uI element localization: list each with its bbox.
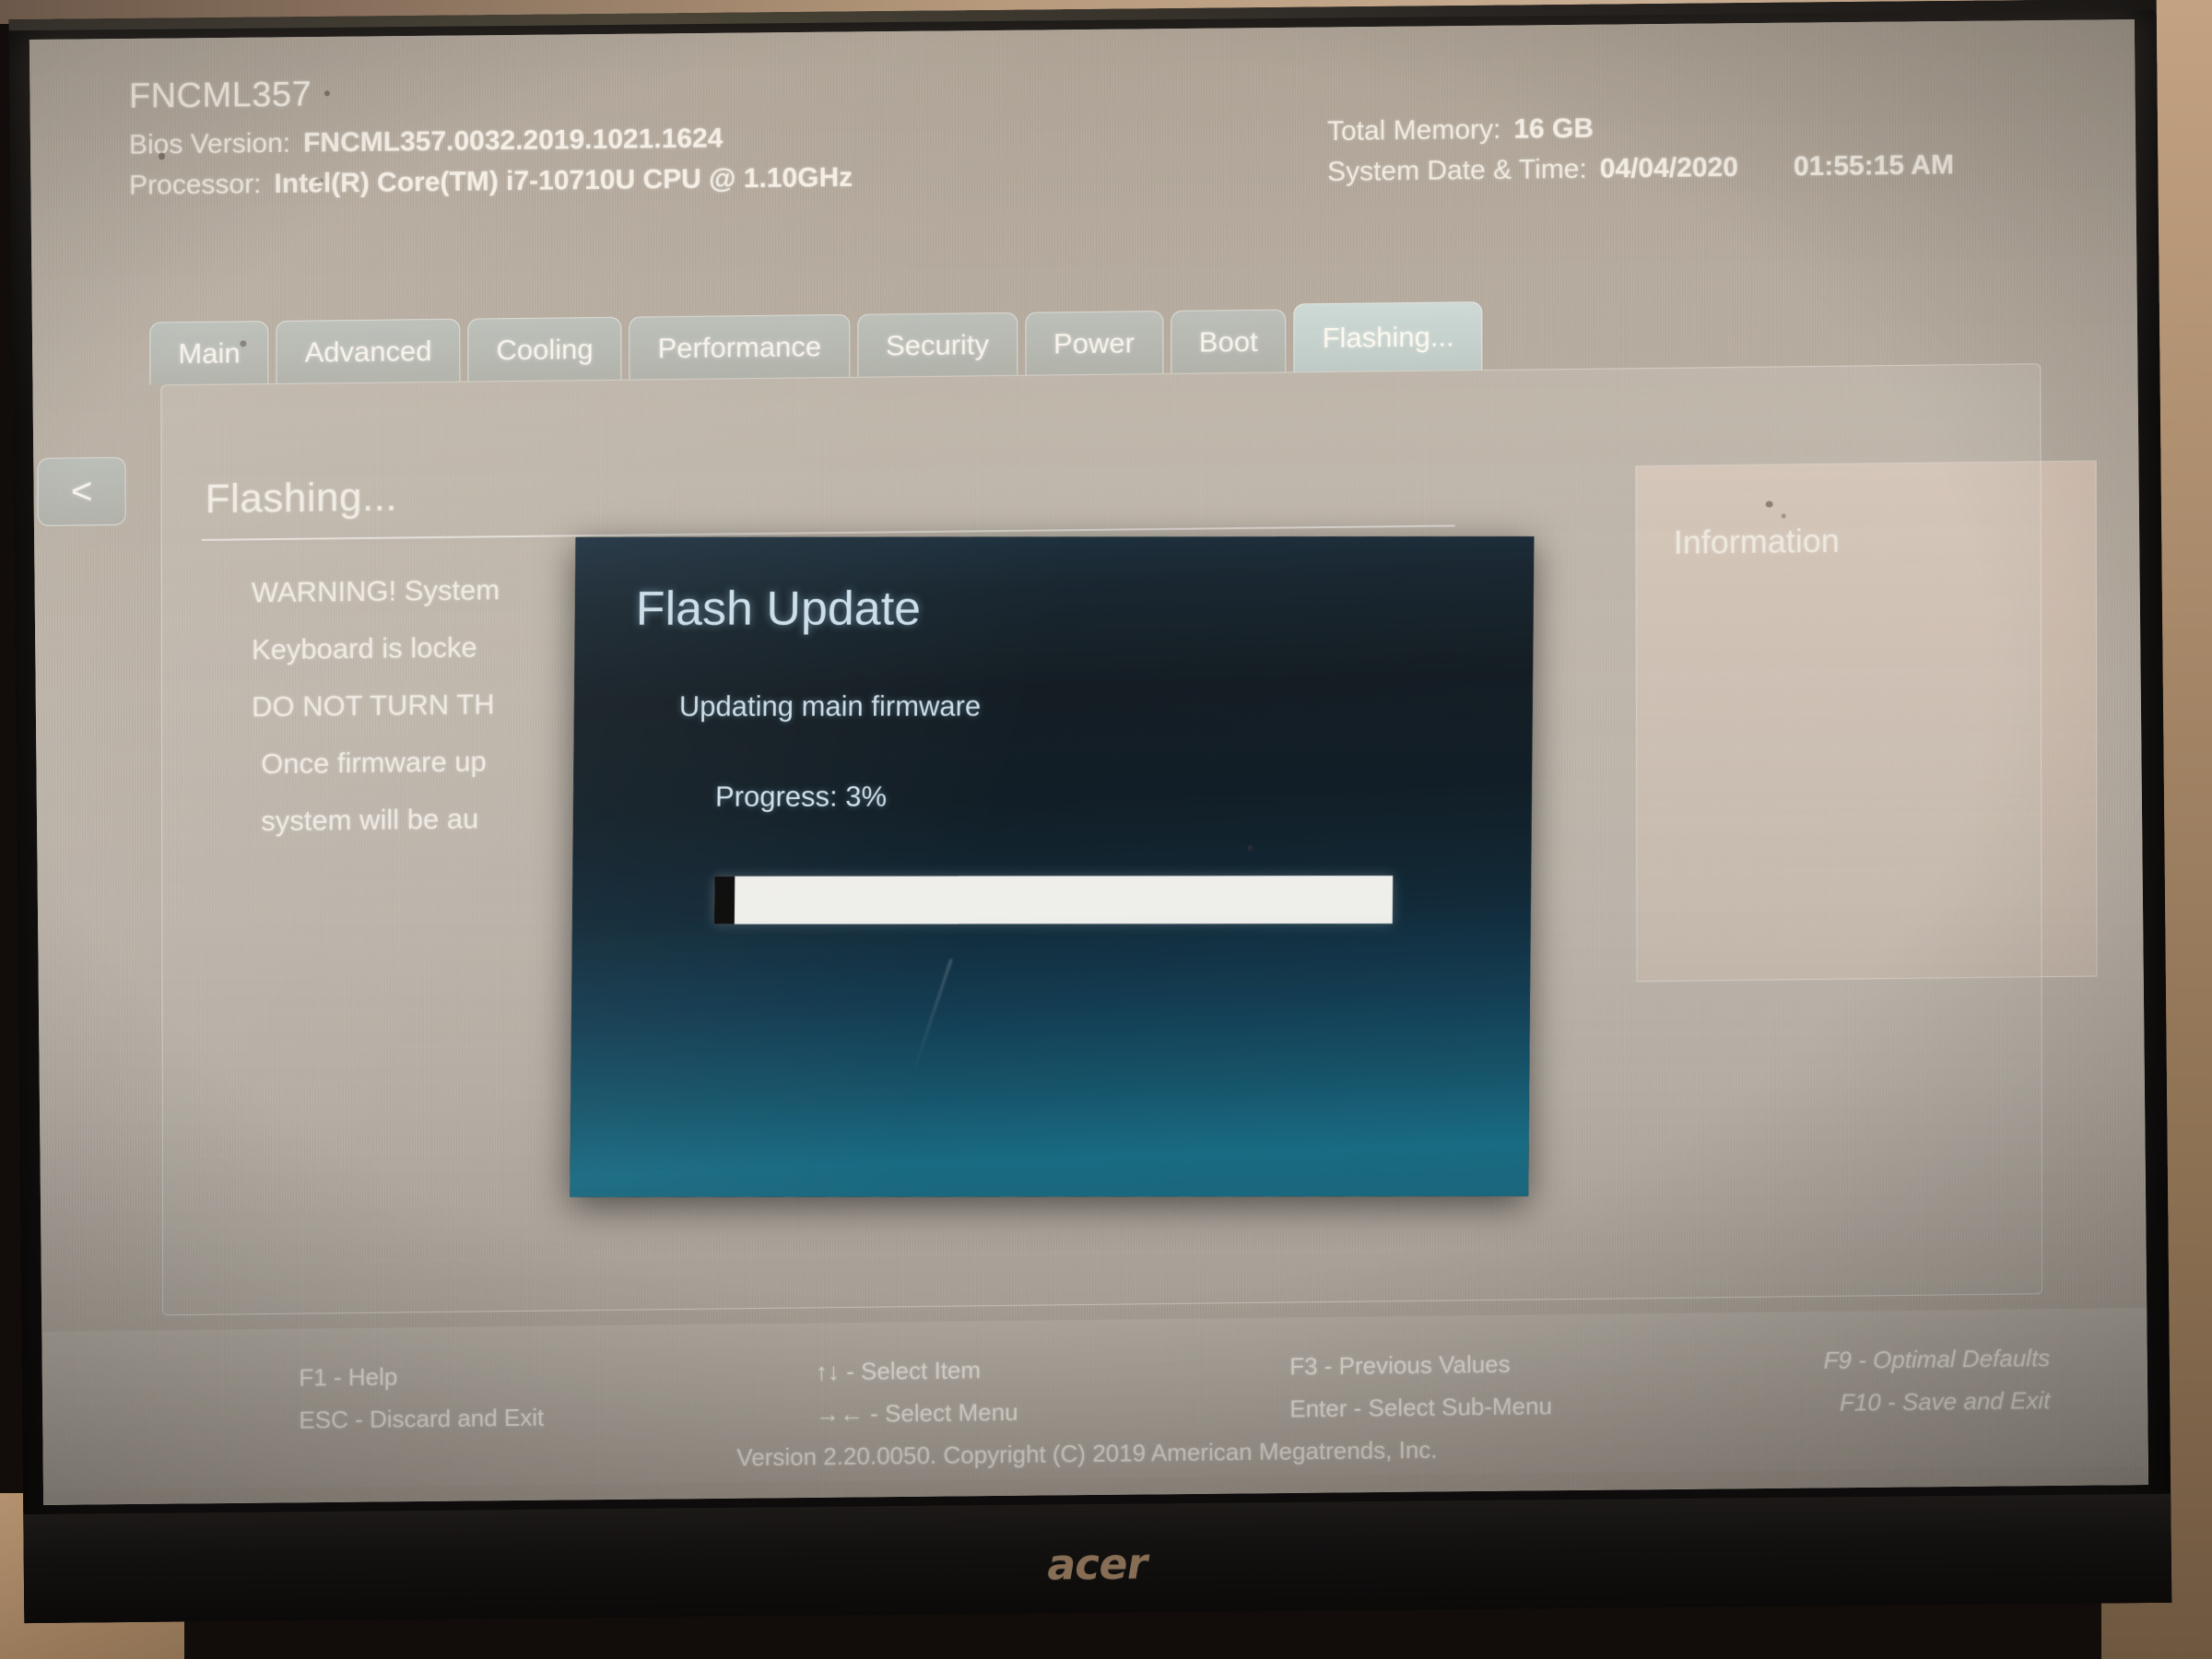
tab-main-label: Main [178, 335, 241, 370]
tab-advanced[interactable]: Advanced [276, 318, 461, 383]
footer-select-item: ↑↓ - Select Item [815, 1356, 982, 1386]
footer-column-2: ↑↓ - Select Item →← - Select Menu [816, 1348, 1018, 1435]
machine-name: FNCML357 [128, 75, 312, 116]
system-date-value: 04/04/2020 [1599, 151, 1738, 184]
footer-f3-previous-values: F3 - Previous Values [1289, 1349, 1511, 1381]
footer-column-4: F9 - Optimal Defaults F10 - Save and Exi… [1824, 1336, 2051, 1424]
dust-speck [1247, 844, 1253, 852]
system-datetime-label: System Date & Time: [1327, 153, 1587, 188]
tab-performance[interactable]: Performance [629, 313, 851, 380]
bios-version-value: FNCML357.0032.2019.1021.1624 [303, 123, 724, 159]
dust-speck [324, 90, 330, 97]
progress-bar-track [713, 876, 1394, 924]
footer-f1-help: F1 - Help [299, 1362, 398, 1392]
dialog-status-text: Updating main firmware [678, 689, 982, 723]
tab-performance-label: Performance [657, 329, 822, 364]
tab-security-label: Security [886, 327, 990, 361]
bios-version-label: Bios Version: [128, 127, 291, 160]
processor-value: Intel(R) Core(TM) i7-10710U CPU @ 1.10GH… [274, 161, 853, 199]
monitor-bottom-bezel: acer [23, 1493, 2172, 1624]
dust-speck [1765, 500, 1773, 508]
back-chevron-glyph: < [70, 471, 93, 512]
tab-boot[interactable]: Boot [1170, 309, 1287, 373]
flash-update-dialog: Flash Update Updating main firmware Prog… [570, 535, 1535, 1197]
total-memory-label: Total Memory: [1326, 113, 1501, 147]
tab-main[interactable]: Main [149, 321, 269, 385]
bios-footer: F1 - Help ESC - Discard and Exit ↑↓ - Se… [29, 1307, 2149, 1491]
bios-header: FNCML357 Bios Version: FNCML357.0032.201… [129, 55, 2037, 210]
footer-esc-discard-exit: ESC - Discard and Exit [299, 1403, 545, 1434]
footer-f9-optimal-defaults: F9 - Optimal Defaults [1823, 1344, 2051, 1374]
processor-label: Processor: [129, 169, 262, 201]
tab-flashing[interactable]: Flashing... [1293, 301, 1483, 372]
tab-power-label: Power [1053, 325, 1135, 359]
dialog-title: Flash Update [635, 582, 922, 636]
footer-column-3: F3 - Previous Values Enter - Select Sub-… [1289, 1342, 1552, 1430]
page-title: Flashing... [205, 474, 398, 522]
header-right-column: Total Memory: 16 GB System Date & Time: … [1327, 108, 2028, 197]
tab-boot-label: Boot [1198, 324, 1258, 359]
bios-screen: FNCML357 Bios Version: FNCML357.0032.201… [29, 19, 2149, 1505]
footer-column-1: F1 - Help ESC - Discard and Exit [299, 1354, 544, 1441]
footer-enter-select-submenu: Enter - Select Sub-Menu [1289, 1392, 1553, 1423]
dust-speck [240, 340, 247, 347]
monitor-screen-panel: FNCML357 Bios Version: FNCML357.0032.201… [29, 19, 2149, 1505]
dust-speck [159, 152, 166, 160]
progress-bar-fill [713, 876, 735, 924]
acer-brand-logo: acer [1043, 1538, 1152, 1590]
footer-f10-save-exit: F10 - Save and Exit [1839, 1386, 2051, 1417]
tab-cooling-label: Cooling [496, 332, 594, 366]
tab-security[interactable]: Security [856, 312, 1018, 377]
back-chevron-icon[interactable]: < [37, 456, 126, 526]
tab-power[interactable]: Power [1024, 311, 1163, 375]
header-left-column: Bios Version: FNCML357.0032.2019.1021.16… [129, 116, 1327, 211]
photo-scene: FNCML357 Bios Version: FNCML357.0032.201… [0, 0, 2212, 1659]
total-memory-value: 16 GB [1513, 112, 1594, 145]
tab-advanced-label: Advanced [304, 334, 432, 369]
acer-monitor: FNCML357 Bios Version: FNCML357.0032.201… [8, 0, 2172, 1624]
system-time-value: 01:55:15 AM [1793, 149, 1954, 182]
tab-cooling[interactable]: Cooling [467, 316, 622, 382]
dust-speck [1781, 513, 1786, 519]
footer-select-menu: →← - Select Menu [815, 1397, 1018, 1429]
tab-flashing-label: Flashing... [1322, 319, 1454, 354]
dialog-progress-label: Progress: 3% [714, 780, 888, 813]
